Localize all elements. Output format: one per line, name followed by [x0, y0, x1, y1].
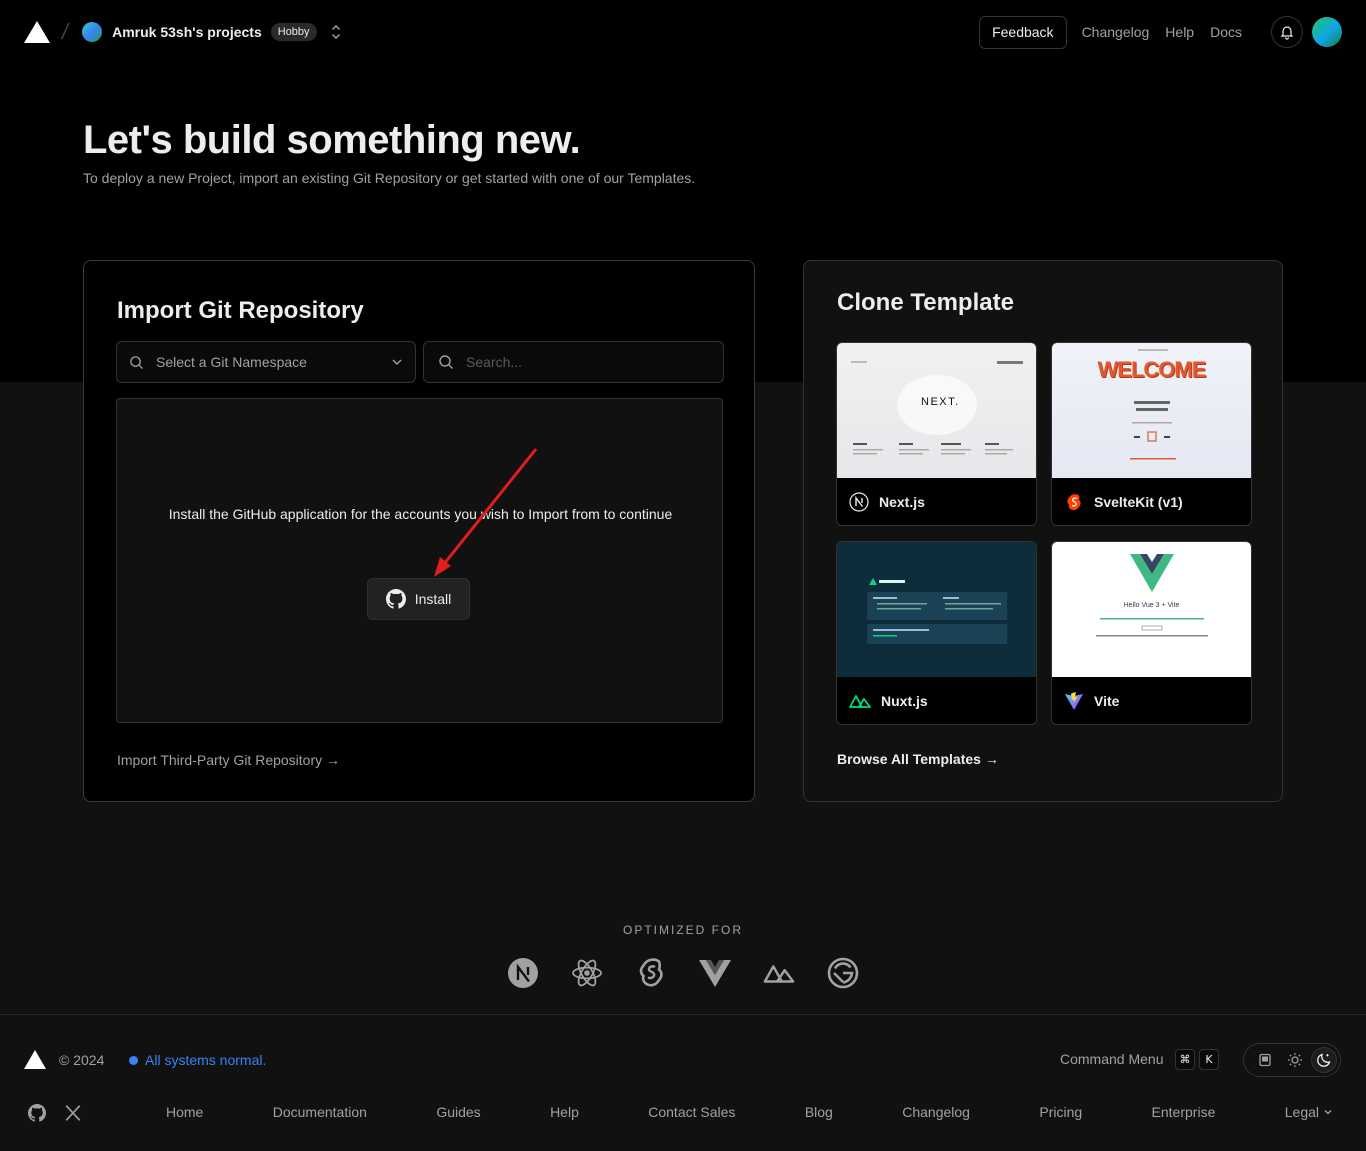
page-subtitle: To deploy a new Project, import an exist… [83, 170, 696, 186]
template-thumb-text: Hello Vue 3 + Vite [1123, 602, 1180, 609]
chevron-down-icon [1324, 1110, 1332, 1115]
nuxt-icon [849, 695, 871, 708]
install-message: Install the GitHub application for the a… [168, 506, 673, 522]
import-card-title: Import Git Repository [117, 297, 364, 324]
template-footer: Next.js [837, 478, 1036, 525]
search-icon [130, 355, 144, 369]
namespace-placeholder: Select a Git Namespace [156, 354, 307, 370]
user-avatar[interactable] [1312, 17, 1342, 47]
template-thumbnail: Hello Vue 3 + Vite [1052, 542, 1251, 677]
github-icon[interactable] [28, 1104, 46, 1122]
clone-template-card: Clone Template NEXT. Next.js WELCOME Sve… [803, 260, 1283, 802]
template-card-vite[interactable]: Hello Vue 3 + Vite Vite [1051, 541, 1252, 725]
footer-link-documentation[interactable]: Documentation [273, 1104, 367, 1120]
theme-switcher [1243, 1043, 1341, 1077]
template-name: Vite [1094, 693, 1120, 709]
install-button-label: Install [414, 591, 452, 607]
clone-card-title: Clone Template [837, 289, 1014, 316]
repository-search-input[interactable] [466, 354, 709, 370]
template-name: Nuxt.js [881, 693, 928, 709]
install-github-button[interactable]: Install [367, 578, 470, 620]
template-footer: Vite [1052, 677, 1251, 724]
footer-link-changelog[interactable]: Changelog [902, 1104, 970, 1120]
template-card-nextjs[interactable]: NEXT. Next.js [836, 342, 1037, 526]
vercel-logo-icon[interactable] [24, 21, 50, 43]
search-icon [439, 355, 453, 369]
command-menu-label[interactable]: Command Menu [1060, 1051, 1164, 1067]
vite-icon [1065, 692, 1083, 710]
github-install-panel: Install the GitHub application for the a… [116, 398, 723, 723]
project-switcher-icon[interactable] [331, 24, 341, 40]
nextjs-icon[interactable] [507, 957, 539, 989]
footer-divider [0, 1014, 1366, 1015]
light-theme-sun-icon[interactable] [1282, 1047, 1308, 1073]
svelte-icon [1067, 494, 1081, 511]
template-card-nuxtjs[interactable]: Nuxt.js [836, 541, 1037, 725]
plan-badge: Hobby [270, 23, 317, 41]
system-status-link[interactable]: All systems normal. [129, 1052, 266, 1068]
github-icon [385, 589, 406, 609]
browse-all-templates-link[interactable]: Browse All Templates → [837, 751, 999, 767]
react-icon[interactable] [571, 957, 603, 989]
chevron-down-icon [392, 359, 402, 365]
import-third-party-link[interactable]: Import Third-Party Git Repository → [117, 752, 340, 768]
vue-icon[interactable] [699, 957, 731, 989]
kbd-cmd: ⌘ [1175, 1049, 1195, 1070]
nav-changelog[interactable]: Changelog [1082, 24, 1150, 40]
dark-theme-moon-icon[interactable] [1311, 1047, 1337, 1073]
git-namespace-select[interactable]: Select a Git Namespace [116, 341, 416, 383]
top-navigation: / Amruk 53sh's projects Hobby Feedback C… [0, 0, 1366, 64]
nav-help[interactable]: Help [1165, 24, 1194, 40]
project-name[interactable]: Amruk 53sh's projects [112, 24, 262, 40]
page-title: Let's build something new. [83, 118, 581, 162]
legal-label: Legal [1284, 1104, 1320, 1120]
feedback-button[interactable]: Feedback [979, 15, 1067, 49]
system-status-text: All systems normal. [145, 1052, 267, 1068]
template-name: Next.js [879, 494, 925, 510]
template-footer: Nuxt.js [837, 677, 1036, 724]
project-avatar[interactable] [82, 22, 103, 42]
svelte-icon[interactable] [635, 957, 667, 989]
repository-search-box [423, 341, 724, 383]
footer-link-contact-sales[interactable]: Contact Sales [648, 1104, 735, 1120]
footer-link-enterprise[interactable]: Enterprise [1152, 1104, 1216, 1120]
footer-link-legal[interactable]: Legal [1285, 1104, 1333, 1120]
footer-copyright: © 2024 [59, 1052, 105, 1068]
gatsby-icon[interactable] [827, 957, 859, 989]
template-thumbnail: WELCOME [1052, 343, 1251, 478]
template-name: SvelteKit (v1) [1094, 494, 1183, 510]
footer-link-guides[interactable]: Guides [436, 1104, 480, 1120]
nuxt-icon[interactable] [763, 957, 795, 989]
system-theme-icon[interactable] [1252, 1047, 1278, 1073]
template-thumbnail: NEXT. [837, 343, 1036, 478]
footer-link-help[interactable]: Help [550, 1104, 579, 1120]
template-footer: SvelteKit (v1) [1052, 478, 1251, 525]
import-git-repository-card: Import Git Repository Select a Git Names… [83, 260, 755, 802]
footer-link-home[interactable]: Home [166, 1104, 203, 1120]
notifications-bell-icon[interactable] [1271, 16, 1303, 48]
optimized-for-title: OPTIMIZED FOR [623, 923, 743, 937]
nav-docs[interactable]: Docs [1210, 24, 1242, 40]
nextjs-icon [849, 492, 869, 512]
breadcrumb-separator: / [59, 19, 71, 44]
template-thumbnail [837, 542, 1036, 677]
x-twitter-icon[interactable] [64, 1104, 82, 1122]
footer-link-blog[interactable]: Blog [805, 1104, 833, 1120]
footer-link-pricing[interactable]: Pricing [1039, 1104, 1082, 1120]
template-card-sveltekit[interactable]: WELCOME SvelteKit (v1) [1051, 342, 1252, 526]
footer-links: Home Documentation Guides Help Contact S… [166, 1104, 1333, 1120]
kbd-k: K [1199, 1049, 1219, 1070]
status-dot-icon [129, 1055, 138, 1065]
template-thumb-text: NEXT. [921, 396, 960, 408]
vercel-logo-icon[interactable] [24, 1050, 46, 1069]
framework-icons [507, 957, 891, 989]
